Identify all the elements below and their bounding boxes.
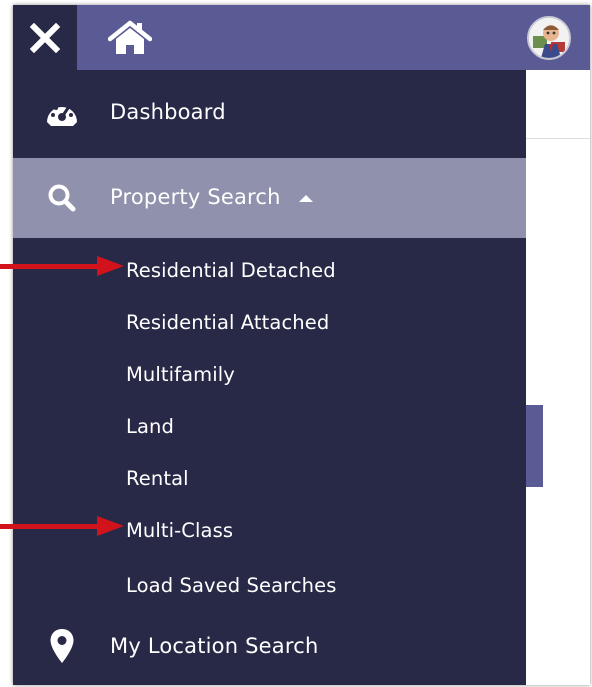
- home-icon: [108, 20, 152, 54]
- submenu-item-rental[interactable]: Rental: [126, 467, 189, 491]
- search-icon: [45, 181, 79, 215]
- content-panel-edge: [526, 405, 543, 487]
- submenu-item-land[interactable]: Land: [126, 415, 174, 439]
- close-menu-button[interactable]: [13, 5, 77, 70]
- dashboard-gauge-icon: [45, 96, 79, 130]
- chevron-up-icon: [299, 195, 313, 202]
- top-bar: [13, 5, 590, 70]
- annotation-arrow-multi-class: [0, 516, 124, 536]
- annotation-arrow-residential-detached: [0, 256, 124, 276]
- submenu-item-multifamily[interactable]: Multifamily: [126, 363, 235, 387]
- home-button[interactable]: [107, 18, 153, 58]
- submenu-item-load-saved-searches[interactable]: Load Saved Searches: [126, 574, 336, 598]
- user-avatar-icon: [529, 18, 569, 58]
- sidebar-item-label: Dashboard: [110, 100, 226, 124]
- sidebar-item-label: My Location Search: [110, 634, 319, 658]
- close-icon: [30, 22, 60, 53]
- submenu-item-multi-class[interactable]: Multi-Class: [126, 519, 233, 543]
- sidebar-item-property-search[interactable]: Property Search: [13, 158, 526, 238]
- map-pin-icon: [45, 629, 79, 663]
- sidebar-item-label: Property Search: [110, 185, 281, 209]
- submenu-item-residential-detached[interactable]: Residential Detached: [126, 259, 336, 283]
- sidebar-item-my-location-search[interactable]: My Location Search: [13, 615, 526, 679]
- app-window: Dashboard Property Search Residential De…: [13, 5, 590, 685]
- sidebar-item-dashboard[interactable]: Dashboard: [13, 70, 526, 155]
- content-divider: [526, 138, 590, 139]
- submenu-item-residential-attached[interactable]: Residential Attached: [126, 311, 329, 335]
- user-avatar[interactable]: [527, 16, 571, 60]
- sidebar-menu: Dashboard Property Search Residential De…: [13, 70, 526, 685]
